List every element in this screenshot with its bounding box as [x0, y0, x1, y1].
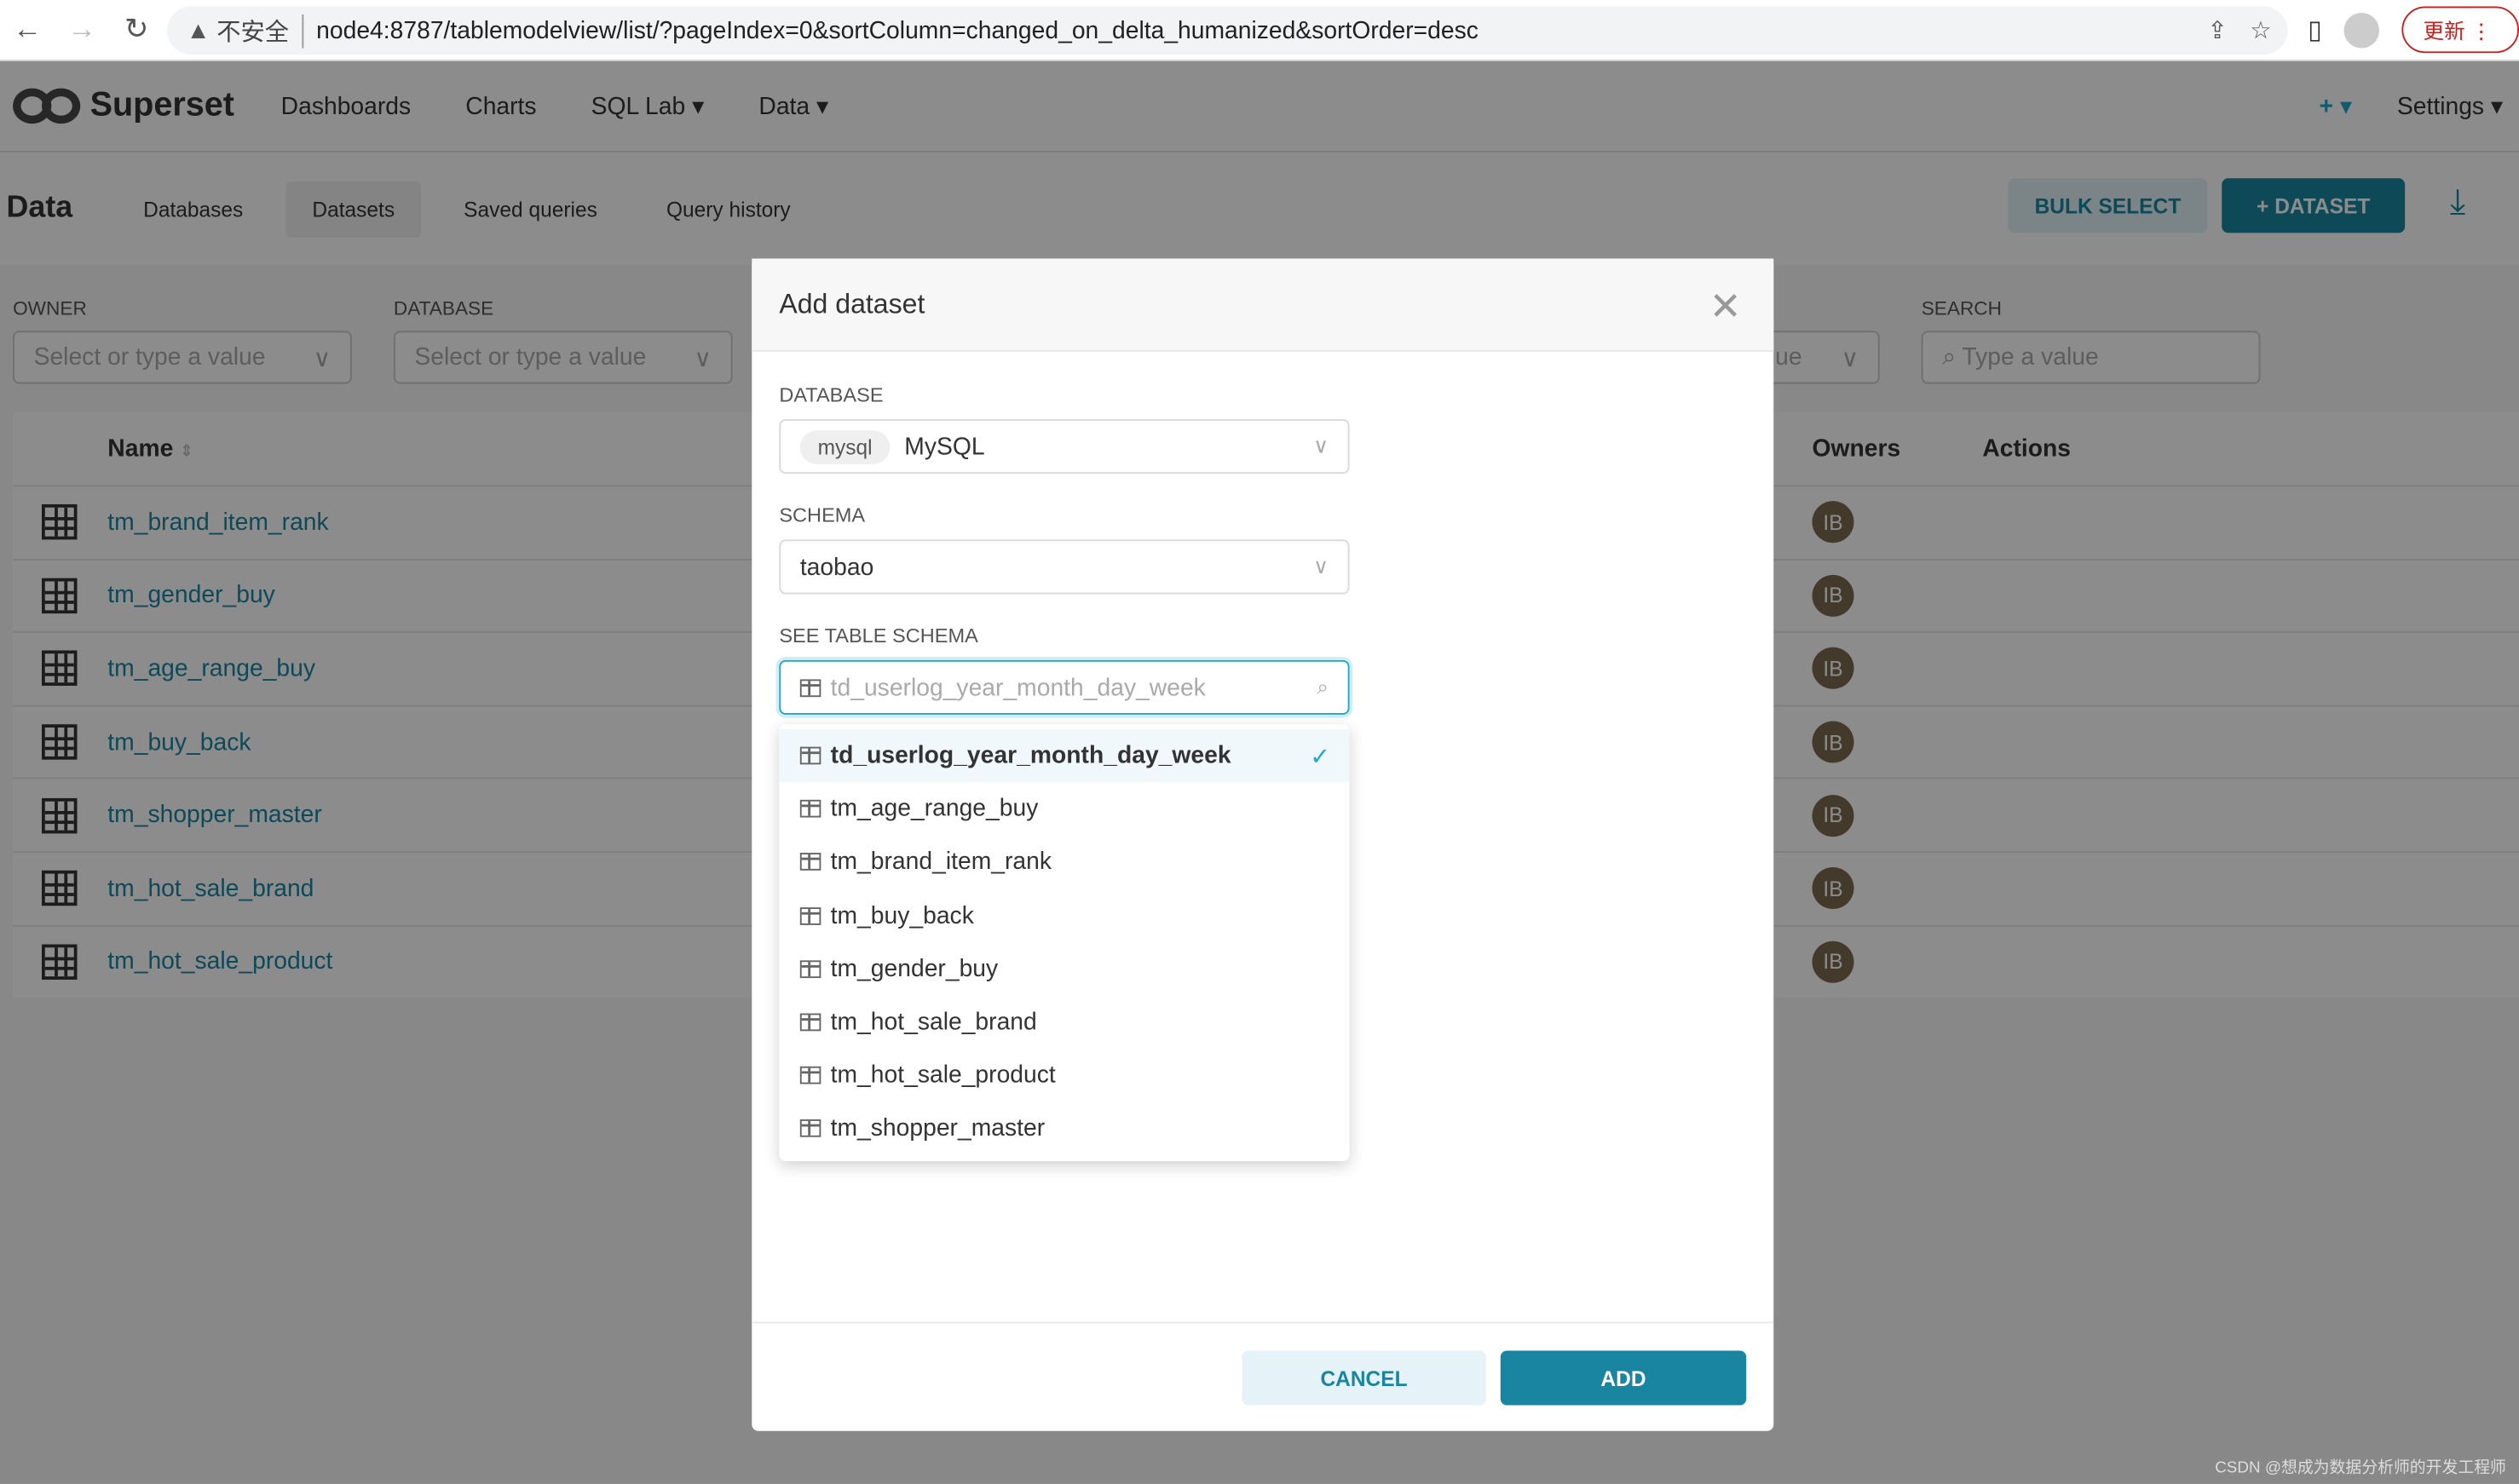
search-icon: ⌕: [1317, 674, 1329, 699]
schema-value: taobao: [799, 553, 874, 581]
option-label: tm_gender_buy: [830, 955, 999, 983]
modal-footer: CANCEL ADD: [752, 1321, 1774, 1431]
warning-icon: ▲: [186, 16, 210, 44]
update-button[interactable]: 更新 ⋮: [2402, 6, 2519, 54]
table-option[interactable]: tm_age_range_buy: [779, 782, 1349, 836]
check-icon: ✓: [1310, 743, 1330, 771]
sidepanel-icon[interactable]: ▯: [2308, 14, 2322, 46]
profile-icon[interactable]: [2344, 12, 2380, 48]
table-option[interactable]: tm_hot_sale_product: [779, 1049, 1349, 1102]
table-value: td_userlog_year_month_day_week: [830, 673, 1206, 701]
table-icon: [799, 906, 821, 925]
share-icon[interactable]: ⇪: [2207, 16, 2228, 45]
reload-icon[interactable]: ↻: [109, 13, 164, 47]
table-schema-label: SEE TABLE SCHEMA: [779, 624, 978, 647]
modal-header: Add dataset ✕: [752, 258, 1774, 352]
screen: ← → ↻ ▲ 不安全 node4:8787/tablemodelview/li…: [0, 0, 2519, 1484]
table-option[interactable]: tm_shopper_master: [779, 1102, 1349, 1156]
database-tag: mysql: [799, 429, 891, 463]
option-label: td_userlog_year_month_day_week: [830, 742, 1231, 770]
watermark: CSDN @想成为数据分析师的开发工程师: [2215, 1459, 2506, 1478]
table-select[interactable]: td_userlog_year_month_day_week ⌕: [779, 659, 1350, 715]
update-label: 更新: [2423, 19, 2465, 43]
table-icon: [799, 853, 821, 871]
table-icon: [799, 746, 821, 765]
option-label: tm_hot_sale_product: [830, 1061, 1056, 1090]
table-option[interactable]: tm_gender_buy: [779, 942, 1349, 996]
add-button[interactable]: ADD: [1500, 1350, 1747, 1406]
url-text[interactable]: node4:8787/tablemodelview/list/?pageInde…: [316, 17, 1479, 44]
table-icon: [799, 800, 821, 819]
browser-toolbar: ← → ↻ ▲ 不安全 node4:8787/tablemodelview/li…: [0, 0, 2519, 61]
database-value: MySQL: [904, 433, 985, 461]
star-icon[interactable]: ☆: [2250, 16, 2271, 45]
chevron-down-icon: ∨: [1313, 434, 1329, 458]
address-bar[interactable]: ▲ 不安全 node4:8787/tablemodelview/list/?pa…: [167, 6, 2288, 55]
table-icon: [799, 1013, 821, 1032]
back-icon[interactable]: ←: [0, 13, 55, 47]
option-label: tm_buy_back: [830, 901, 974, 929]
table-icon: [799, 1067, 821, 1084]
cancel-button[interactable]: CANCEL: [1242, 1350, 1486, 1406]
insecure-label: 不安全: [216, 14, 304, 48]
option-label: tm_age_range_buy: [830, 795, 1039, 823]
schema-label: SCHEMA: [779, 503, 866, 527]
table-option[interactable]: tm_brand_item_rank: [779, 836, 1349, 889]
table-option[interactable]: tm_hot_sale_brand: [779, 996, 1349, 1050]
table-option[interactable]: tm_buy_back: [779, 889, 1349, 943]
table-icon: [799, 1119, 821, 1138]
chevron-down-icon: ∨: [1313, 554, 1329, 578]
option-label: tm_shopper_master: [830, 1115, 1046, 1143]
table-option[interactable]: td_userlog_year_month_day_week ✓: [779, 728, 1350, 783]
schema-select[interactable]: taobao ∨: [779, 539, 1350, 595]
database-label: DATABASE: [779, 383, 884, 406]
modal-title: Add dataset: [779, 288, 925, 319]
database-select[interactable]: mysql MySQL ∨: [779, 419, 1350, 475]
forward-icon[interactable]: →: [55, 13, 109, 47]
close-icon[interactable]: ✕: [1709, 285, 1742, 331]
table-dropdown: td_userlog_year_month_day_week ✓ tm_age_ra…: [779, 724, 1350, 1161]
option-label: tm_brand_item_rank: [830, 848, 1052, 877]
table-icon: [799, 960, 821, 978]
table-icon: [799, 678, 821, 697]
option-label: tm_hot_sale_brand: [830, 1008, 1037, 1037]
add-dataset-modal: Add dataset ✕ DATABASE mysql MySQL ∨ SCHEMA…: [752, 258, 1774, 1431]
